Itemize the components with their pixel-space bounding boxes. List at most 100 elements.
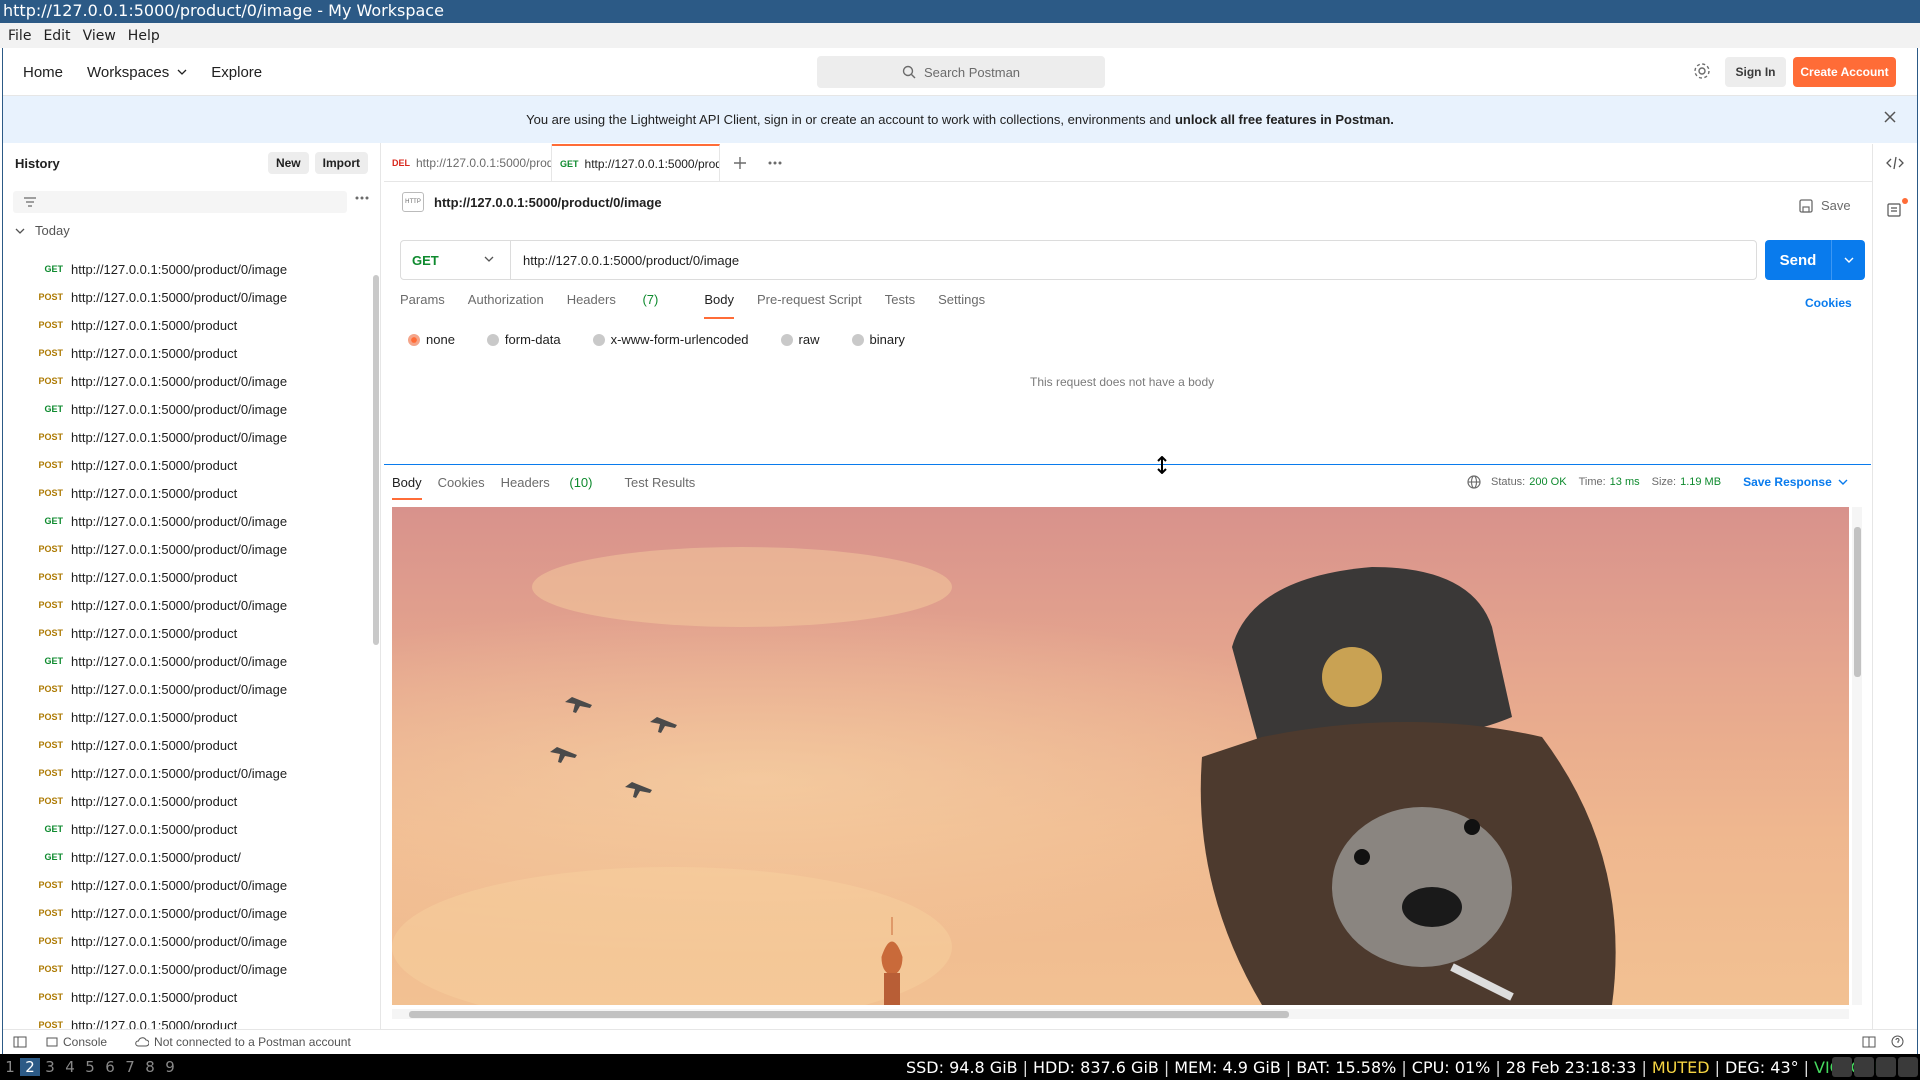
history-item[interactable]: GET http://127.0.0.1:5000/product/0/image (3, 507, 373, 535)
radio-none[interactable]: none (408, 332, 471, 347)
workspace-1[interactable]: 1 (0, 1058, 20, 1076)
workspace-6[interactable]: 6 (100, 1058, 120, 1076)
history-item[interactable]: POST http://127.0.0.1:5000/product (3, 339, 373, 367)
tab-params[interactable]: Params (400, 292, 445, 319)
send-button[interactable]: Send (1765, 240, 1865, 280)
bluetooth-icon[interactable] (1832, 1057, 1852, 1077)
workspace-5[interactable]: 5 (80, 1058, 100, 1076)
scroll-thumb[interactable] (409, 1011, 1289, 1018)
toggle-sidebar-icon[interactable] (13, 1036, 32, 1048)
scroll-thumb[interactable] (1854, 527, 1861, 677)
gear-icon[interactable] (1693, 62, 1711, 80)
history-item[interactable]: POST http://127.0.0.1:5000/product (3, 479, 373, 507)
pane-divider[interactable] (384, 464, 1871, 465)
response-tab-headers[interactable]: Headers (10) (501, 475, 609, 500)
console-button[interactable]: Console (46, 1035, 121, 1049)
new-tab-button[interactable] (720, 144, 760, 181)
history-item[interactable]: GET http://127.0.0.1:5000/product/ (3, 843, 373, 871)
tab-headers[interactable]: Headers (7) (567, 292, 682, 319)
signal-icon[interactable] (1854, 1057, 1874, 1077)
history-item[interactable]: POST http://127.0.0.1:5000/product/0/imag… (3, 871, 373, 899)
history-item[interactable]: POST http://127.0.0.1:5000/product/0/imag… (3, 759, 373, 787)
save-button[interactable]: Save (1799, 198, 1851, 213)
history-item[interactable]: POST http://127.0.0.1:5000/product (3, 731, 373, 759)
history-item[interactable]: POST http://127.0.0.1:5000/product (3, 983, 373, 1011)
radio-binary[interactable]: binary (851, 332, 921, 347)
history-item[interactable]: POST http://127.0.0.1:5000/product (3, 563, 373, 591)
nav-home[interactable]: Home (23, 64, 63, 81)
tab-settings[interactable]: Settings (938, 292, 985, 319)
app-tray-icon[interactable] (1898, 1057, 1918, 1077)
send-options-button[interactable] (1831, 240, 1865, 280)
nav-workspaces[interactable]: Workspaces (87, 64, 187, 81)
tab-body[interactable]: Body (704, 292, 734, 319)
history-item[interactable]: POST http://127.0.0.1:5000/product/0/imag… (3, 955, 373, 983)
more-options-icon[interactable] (355, 196, 369, 200)
workspace-2[interactable]: 2 (20, 1058, 40, 1076)
radio-raw[interactable]: raw (780, 332, 836, 347)
documentation-icon[interactable] (1886, 202, 1902, 218)
create-account-button[interactable]: Create Account (1793, 57, 1896, 87)
image-horizontal-scrollbar[interactable] (392, 1009, 1849, 1019)
history-item[interactable]: POST http://127.0.0.1:5000/product/0/imag… (3, 675, 373, 703)
battery-icon[interactable] (1876, 1057, 1896, 1077)
connection-status[interactable]: Not connected to a Postman account (135, 1035, 365, 1049)
history-item[interactable]: POST http://127.0.0.1:5000/product/0/imag… (3, 899, 373, 927)
history-group-today[interactable]: Today (15, 223, 70, 238)
workspace-8[interactable]: 8 (140, 1058, 160, 1076)
tab-delete-request[interactable]: DEL http://127.0.0.1:5000/prod (384, 144, 552, 181)
time-value[interactable]: 13 ms (1610, 476, 1640, 488)
new-button[interactable]: New (267, 152, 309, 174)
radio-urlencoded[interactable]: x-www-form-urlencoded (592, 332, 765, 347)
workspace-4[interactable]: 4 (60, 1058, 80, 1076)
workspace-9[interactable]: 9 (160, 1058, 180, 1076)
history-item[interactable]: POST http://127.0.0.1:5000/product (3, 703, 373, 731)
workspace-7[interactable]: 7 (120, 1058, 140, 1076)
code-icon[interactable] (1886, 156, 1904, 170)
close-icon[interactable] (1883, 110, 1897, 124)
history-item[interactable]: POST http://127.0.0.1:5000/product/0/imag… (3, 367, 373, 395)
history-item[interactable]: POST http://127.0.0.1:5000/product/0/imag… (3, 283, 373, 311)
cookies-link[interactable]: Cookies (1805, 296, 1852, 310)
tab-authorization[interactable]: Authorization (468, 292, 544, 319)
import-button[interactable]: Import (314, 152, 368, 174)
save-response-button[interactable]: Save Response (1743, 475, 1848, 489)
method-select[interactable]: GET (401, 241, 511, 279)
sign-in-button[interactable]: Sign In (1725, 57, 1786, 87)
response-tab-test-results[interactable]: Test Results (625, 475, 696, 500)
history-item[interactable]: POST http://127.0.0.1:5000/product/0/imag… (3, 591, 373, 619)
tabs-more-button[interactable] (760, 144, 790, 181)
status-value[interactable]: 200 OK (1529, 476, 1566, 488)
history-item[interactable]: GET http://127.0.0.1:5000/product (3, 815, 373, 843)
resize-handle-icon[interactable] (1156, 456, 1168, 474)
history-item[interactable]: POST http://127.0.0.1:5000/product (3, 311, 373, 339)
search-input[interactable]: Search Postman (817, 56, 1105, 88)
history-item[interactable]: GET http://127.0.0.1:5000/product/0/image (3, 647, 373, 675)
size-value[interactable]: 1.19 MB (1680, 476, 1721, 488)
image-vertical-scrollbar[interactable] (1852, 507, 1862, 1005)
history-item[interactable]: GET http://127.0.0.1:5000/product/0/image (3, 395, 373, 423)
tab-tests[interactable]: Tests (885, 292, 915, 319)
sidebar-scrollbar[interactable] (373, 275, 379, 645)
layout-icon[interactable] (1862, 1036, 1881, 1048)
menu-file[interactable]: File (8, 28, 31, 44)
tab-prerequest-script[interactable]: Pre-request Script (757, 292, 862, 319)
help-icon[interactable] (1891, 1035, 1909, 1048)
tab-get-request[interactable]: GET http://127.0.0.1:5000/prod (552, 144, 720, 181)
history-item[interactable]: GET http://127.0.0.1:5000/product/0/image (3, 255, 373, 283)
globe-icon[interactable] (1467, 475, 1481, 489)
menu-help[interactable]: Help (128, 28, 160, 44)
response-tab-cookies[interactable]: Cookies (438, 475, 485, 500)
menu-view[interactable]: View (83, 28, 116, 44)
menu-edit[interactable]: Edit (43, 28, 70, 44)
history-item[interactable]: POST http://127.0.0.1:5000/product/0/imag… (3, 535, 373, 563)
history-item[interactable]: POST http://127.0.0.1:5000/product (3, 619, 373, 647)
history-item[interactable]: POST http://127.0.0.1:5000/product/0/imag… (3, 927, 373, 955)
request-name[interactable]: http://127.0.0.1:5000/product/0/image (434, 195, 662, 210)
history-item[interactable]: POST http://127.0.0.1:5000/product (3, 787, 373, 815)
url-input[interactable]: http://127.0.0.1:5000/product/0/image (511, 253, 739, 268)
radio-form-data[interactable]: form-data (486, 332, 577, 347)
nav-explore[interactable]: Explore (211, 64, 262, 81)
history-item[interactable]: POST http://127.0.0.1:5000/product/0/imag… (3, 423, 373, 451)
response-tab-body[interactable]: Body (392, 475, 422, 500)
